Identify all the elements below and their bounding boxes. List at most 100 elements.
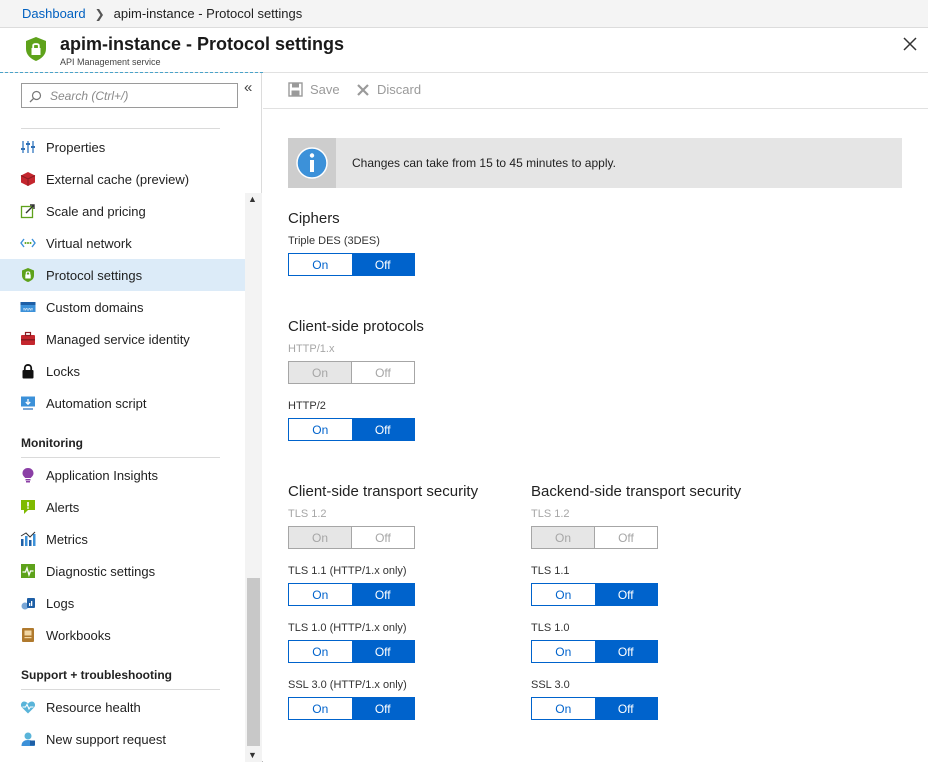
breadcrumb: Dashboard ❯ apim-instance - Protocol set… <box>0 0 928 28</box>
sidebar-item-metrics[interactable]: Metrics <box>0 523 245 555</box>
sidebar-scrollbar[interactable]: ▲ ▼ <box>245 193 262 762</box>
shield-lock-icon <box>22 268 34 282</box>
sidebar-item-label: Alerts <box>46 500 80 515</box>
discard-button[interactable]: Discard <box>356 82 421 97</box>
toggle-off-option[interactable]: Off <box>351 641 414 662</box>
discard-label: Discard <box>377 82 422 97</box>
toggle-off-option[interactable]: Off <box>594 641 657 662</box>
field-label-backend-tls10: TLS 1.0 <box>531 622 570 634</box>
scroll-up-icon[interactable]: ▲ <box>248 194 257 204</box>
toggle-on-option[interactable]: On <box>532 698 595 719</box>
sidebar-item-workbooks[interactable]: Workbooks <box>0 619 245 651</box>
svg-text:www: www <box>23 307 33 312</box>
sidebar-item-custom-domains[interactable]: www Custom domains <box>0 291 245 323</box>
toggle-backend-tls11[interactable]: On Off <box>531 583 658 606</box>
toggle-off-option[interactable]: Off <box>594 584 657 605</box>
sidebar-item-automation-script[interactable]: Automation script <box>0 387 245 419</box>
sidebar-item-label: Automation script <box>46 396 147 411</box>
field-label-http1: HTTP/1.x <box>288 343 335 355</box>
toggle-off-option[interactable]: Off <box>351 698 414 719</box>
lock-icon <box>22 364 34 379</box>
sidebar-item-label: Custom domains <box>46 300 144 315</box>
managed-identity-icon <box>21 331 35 345</box>
toggle-on-option[interactable]: On <box>289 254 352 275</box>
section-header-monitoring: Monitoring <box>21 436 83 450</box>
section-title-ciphers: Ciphers <box>288 210 340 227</box>
toggle-off-option: Off <box>595 527 657 548</box>
sidebar-item-protocol-settings[interactable]: Protocol settings <box>0 259 245 291</box>
sidebar-item-scale-pricing[interactable]: Scale and pricing <box>0 195 245 227</box>
toggle-on-option[interactable]: On <box>289 698 352 719</box>
toggle-on-option: On <box>532 527 595 548</box>
sidebar-item-properties[interactable]: Properties <box>0 131 245 163</box>
sidebar-item-resource-health[interactable]: Resource health <box>0 691 245 723</box>
save-icon <box>288 82 303 97</box>
sidebar-item-label: External cache (preview) <box>46 172 190 187</box>
close-icon[interactable] <box>900 34 920 54</box>
sidebar-item-label: Diagnostic settings <box>46 564 156 579</box>
field-label-client-tls12: TLS 1.2 <box>288 508 327 520</box>
blade-header: apim-instance - Protocol settings API Ma… <box>0 28 928 73</box>
toggle-off-option[interactable]: Off <box>351 584 414 605</box>
sidebar-item-application-insights[interactable]: Application Insights <box>0 459 245 491</box>
sidebar-item-managed-identity[interactable]: Managed service identity <box>0 323 245 355</box>
toggle-triple-des[interactable]: On Off <box>288 253 415 276</box>
toggle-backend-tls10[interactable]: On Off <box>531 640 658 663</box>
main-content: Save Discard Changes can take from 15 to… <box>263 73 928 762</box>
support-request-icon <box>21 732 35 746</box>
sidebar: « Properties External cache (preview) Sc… <box>0 73 262 762</box>
section-header-support: Support + troubleshooting <box>21 668 172 682</box>
sidebar-item-external-cache[interactable]: External cache (preview) <box>0 163 245 195</box>
sidebar-item-label: Resource health <box>46 700 141 715</box>
save-label: Save <box>310 82 340 97</box>
collapse-sidebar-icon[interactable]: « <box>244 79 252 96</box>
sidebar-item-virtual-network[interactable]: Virtual network <box>0 227 245 259</box>
toggle-off-option[interactable]: Off <box>351 419 414 440</box>
sidebar-item-new-support-request[interactable]: New support request <box>0 723 245 755</box>
toggle-on-option[interactable]: On <box>532 584 595 605</box>
search-box[interactable] <box>21 83 238 108</box>
toggle-off-option[interactable]: Off <box>351 254 414 275</box>
toggle-off-option[interactable]: Off <box>594 698 657 719</box>
toggle-on-option[interactable]: On <box>289 419 352 440</box>
toggle-backend-tls12: On Off <box>531 526 658 549</box>
toggle-off-option: Off <box>352 362 414 383</box>
section-title-client-transport: Client-side transport security <box>288 483 479 500</box>
breadcrumb-dashboard-link[interactable]: Dashboard <box>22 6 86 21</box>
toggle-on-option[interactable]: On <box>289 641 352 662</box>
field-label-backend-tls11: TLS 1.1 <box>531 565 570 577</box>
divider <box>21 128 220 129</box>
scroll-down-icon[interactable]: ▼ <box>248 750 257 760</box>
scrollbar-thumb[interactable] <box>247 578 260 746</box>
sidebar-item-logs[interactable]: Logs <box>0 587 245 619</box>
toggle-on-option[interactable]: On <box>289 584 352 605</box>
toggle-http2[interactable]: On Off <box>288 418 415 441</box>
field-label-backend-tls12: TLS 1.2 <box>531 508 570 520</box>
field-label-client-tls10: TLS 1.0 (HTTP/1.x only) <box>288 622 407 634</box>
toggle-client-tls10[interactable]: On Off <box>288 640 415 663</box>
alerts-icon <box>21 500 35 514</box>
save-button[interactable]: Save <box>288 82 340 97</box>
sidebar-item-label: Workbooks <box>46 628 111 643</box>
sidebar-item-diagnostic-settings[interactable]: Diagnostic settings <box>0 555 245 587</box>
field-label-http2: HTTP/2 <box>288 400 326 412</box>
sidebar-item-label: Locks <box>46 364 80 379</box>
toggle-off-option: Off <box>352 527 414 548</box>
sidebar-item-alerts[interactable]: Alerts <box>0 491 245 523</box>
sidebar-item-locks[interactable]: Locks <box>0 355 245 387</box>
toggle-client-tls11[interactable]: On Off <box>288 583 415 606</box>
divider <box>21 457 220 458</box>
sidebar-item-label: Managed service identity <box>46 332 190 347</box>
chevron-right-icon: ❯ <box>94 6 105 21</box>
toggle-backend-ssl30[interactable]: On Off <box>531 697 658 720</box>
banner-icon-area <box>288 138 336 188</box>
section-title-backend-transport: Backend-side transport security <box>531 483 742 500</box>
toggle-client-tls12: On Off <box>288 526 415 549</box>
toggle-client-ssl30[interactable]: On Off <box>288 697 415 720</box>
field-label-client-ssl30: SSL 3.0 (HTTP/1.x only) <box>288 679 407 691</box>
toggle-on-option[interactable]: On <box>532 641 595 662</box>
diagnostic-settings-icon <box>21 564 35 578</box>
toggle-on-option: On <box>289 362 352 383</box>
sidebar-item-label: Metrics <box>46 532 88 547</box>
search-input[interactable] <box>48 84 234 107</box>
